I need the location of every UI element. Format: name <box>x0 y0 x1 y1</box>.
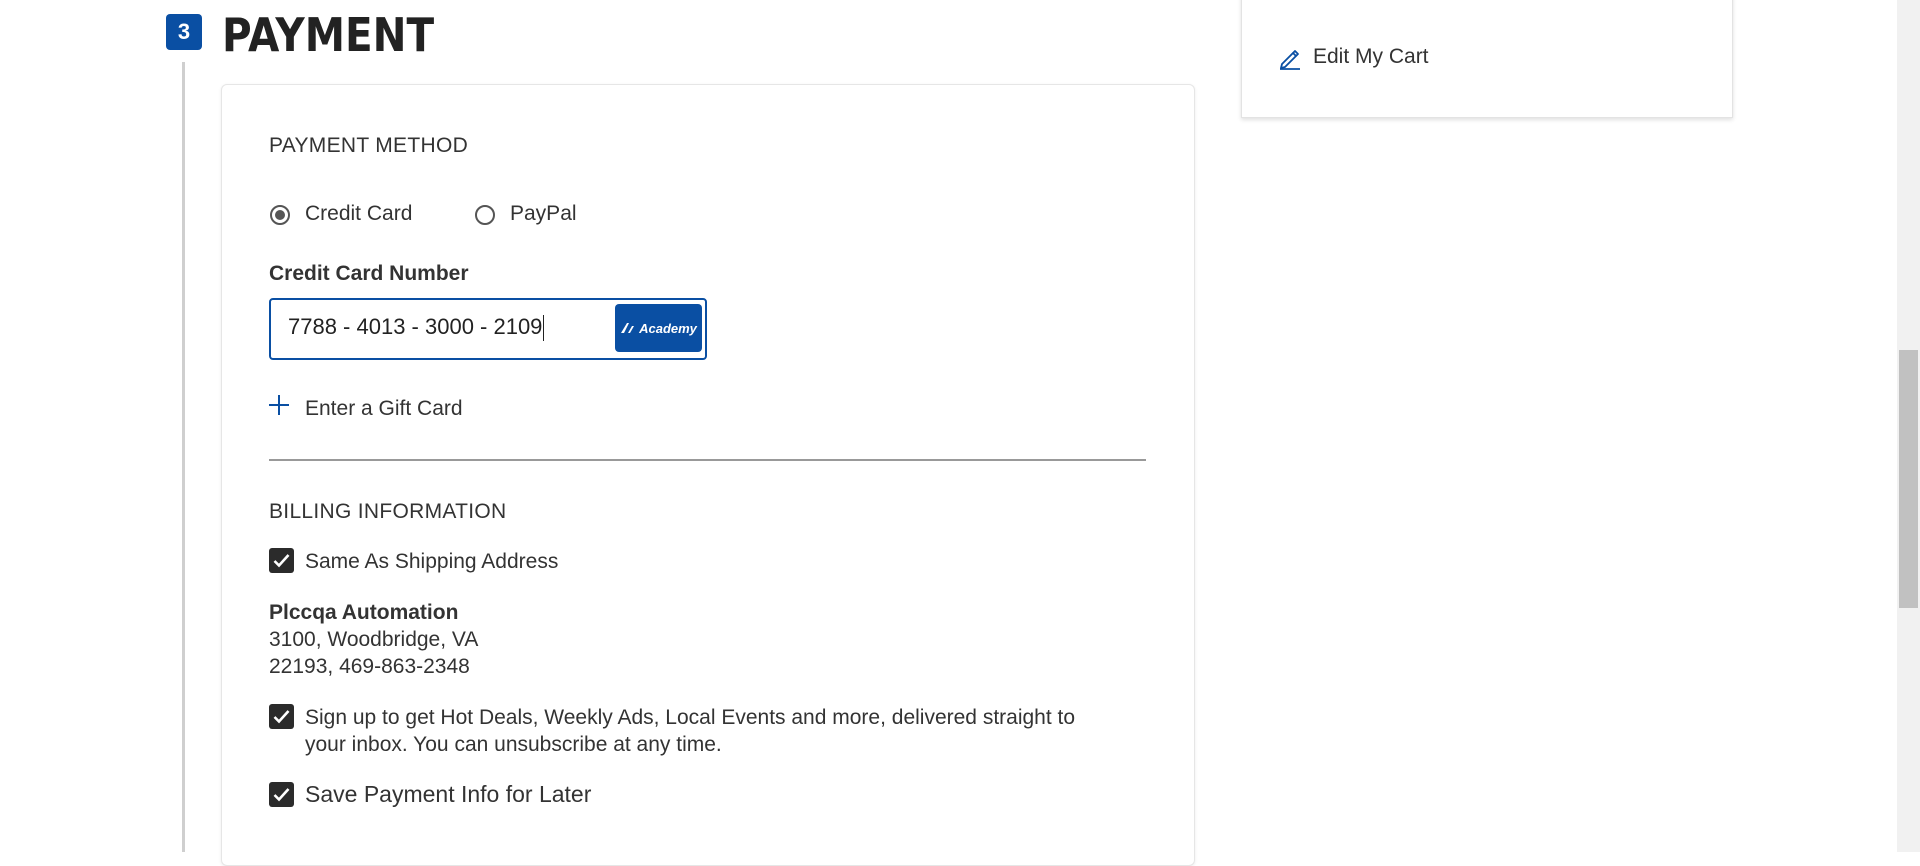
save-payment-label[interactable]: Save Payment Info for Later <box>305 781 591 808</box>
credit-card-option-label[interactable]: Credit Card <box>305 202 412 226</box>
checkmark-icon <box>273 788 290 802</box>
same-as-shipping-checkbox[interactable] <box>269 548 294 573</box>
same-as-shipping-label[interactable]: Same As Shipping Address <box>305 548 558 575</box>
scrollbar-thumb[interactable] <box>1899 350 1918 608</box>
plus-icon[interactable] <box>268 394 290 416</box>
edit-cart-link[interactable]: Edit My Cart <box>1313 45 1429 69</box>
signup-label[interactable]: Sign up to get Hot Deals, Weekly Ads, Lo… <box>305 704 1155 758</box>
billing-address-line2: 22193, 469-863-2348 <box>269 655 470 678</box>
text-caret <box>543 315 545 342</box>
page-title: PAYMENT <box>222 8 435 62</box>
paypal-radio[interactable] <box>475 205 495 225</box>
checkmark-icon <box>273 554 290 568</box>
academy-card-logo: Academy <box>615 304 702 352</box>
pencil-icon[interactable] <box>1278 46 1302 70</box>
card-number-label: Credit Card Number <box>269 262 469 285</box>
enter-gift-card-link[interactable]: Enter a Gift Card <box>305 397 463 421</box>
signup-label-line1: Sign up to get Hot Deals, Weekly Ads, Lo… <box>305 706 1076 729</box>
credit-card-radio[interactable] <box>270 205 290 225</box>
card-number-text: 7788 - 4013 - 3000 - 2109 <box>288 314 543 339</box>
billing-name: Plccqa Automation <box>269 601 459 624</box>
academy-logo-icon <box>621 323 635 333</box>
signup-label-line2: your inbox. You can unsubscribe at any t… <box>305 733 722 756</box>
save-payment-checkbox[interactable] <box>269 782 294 807</box>
signup-checkbox[interactable] <box>269 704 294 729</box>
billing-info-heading: BILLING INFORMATION <box>269 500 507 523</box>
payment-method-heading: PAYMENT METHOD <box>269 134 469 157</box>
checkmark-icon <box>273 710 290 724</box>
step-number-badge: 3 <box>166 14 202 50</box>
section-divider <box>269 459 1146 461</box>
card-logo-text: Academy <box>639 320 697 336</box>
paypal-option-label[interactable]: PayPal <box>510 202 577 226</box>
billing-address-line1: 3100, Woodbridge, VA <box>269 628 479 651</box>
card-number-value[interactable]: 7788 - 4013 - 3000 - 2109 <box>288 314 545 342</box>
step-progress-line <box>182 62 185 852</box>
